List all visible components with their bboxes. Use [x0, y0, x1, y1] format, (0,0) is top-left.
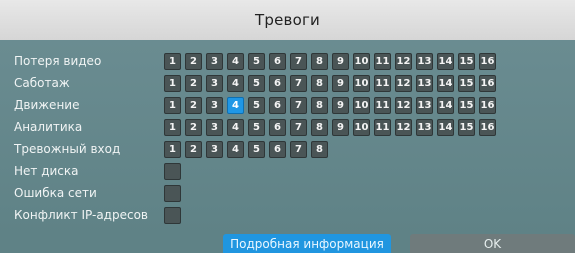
channel-checkbox[interactable]: 5: [248, 140, 265, 158]
channel-checkbox[interactable]: 6: [269, 74, 286, 92]
channel-checkbox[interactable]: 16: [479, 52, 496, 70]
channel-checkbox[interactable]: 11: [374, 96, 391, 114]
channel-checkbox[interactable]: 13: [416, 118, 433, 136]
toggle-checkbox[interactable]: [164, 184, 181, 202]
row-label: Нет диска: [14, 164, 79, 178]
channel-checkbox[interactable]: 15: [458, 118, 475, 136]
channel-checkbox[interactable]: 3: [206, 118, 223, 136]
row-label: Аналитика: [14, 120, 83, 134]
channel-checkbox[interactable]: 4: [227, 52, 244, 70]
channel-checkbox[interactable]: 5: [248, 52, 265, 70]
row-label: Потеря видео: [14, 54, 102, 68]
channel-checkbox[interactable]: 9: [332, 118, 349, 136]
channel-cells: [164, 206, 181, 224]
channel-checkbox[interactable]: 1: [164, 140, 181, 158]
channel-checkbox[interactable]: 2: [185, 74, 202, 92]
channel-checkbox[interactable]: 6: [269, 140, 286, 158]
channel-checkbox[interactable]: 4: [227, 96, 244, 114]
channel-cells: 1 2 3 4 5 6 7 8 9 10 11 12 13 14 15 16: [164, 96, 496, 114]
channel-cells: [164, 184, 181, 202]
channel-checkbox[interactable]: 8: [311, 140, 328, 158]
channel-checkbox[interactable]: 12: [395, 74, 412, 92]
channel-checkbox[interactable]: 2: [185, 118, 202, 136]
channel-checkbox[interactable]: 7: [290, 96, 307, 114]
channel-checkbox[interactable]: 14: [437, 96, 454, 114]
channel-checkbox[interactable]: 10: [353, 96, 370, 114]
channel-checkbox[interactable]: 6: [269, 118, 286, 136]
channel-checkbox[interactable]: 16: [479, 96, 496, 114]
channel-checkbox[interactable]: 11: [374, 118, 391, 136]
channel-checkbox[interactable]: 1: [164, 74, 181, 92]
channel-checkbox[interactable]: 14: [437, 74, 454, 92]
channel-checkbox[interactable]: 3: [206, 52, 223, 70]
channel-checkbox[interactable]: 7: [290, 74, 307, 92]
channel-checkbox[interactable]: 8: [311, 52, 328, 70]
row-label: Тревожный вход: [14, 142, 121, 156]
alarms-dialog: Тревоги Потеря видео 1 2 3 4 5 6 7 8 9 10 11 12 13 14 1…: [0, 0, 575, 253]
channel-checkbox[interactable]: 15: [458, 52, 475, 70]
channel-checkbox[interactable]: 6: [269, 52, 286, 70]
channel-cells: 1 2 3 4 5 6 7 8 9 10 11 12 13 14 15 16: [164, 74, 496, 92]
row-label: Саботаж: [14, 76, 70, 90]
channel-checkbox[interactable]: 4: [227, 140, 244, 158]
channel-cells: [164, 162, 181, 180]
channel-checkbox[interactable]: 14: [437, 118, 454, 136]
channel-checkbox[interactable]: 9: [332, 96, 349, 114]
channel-checkbox[interactable]: 10: [353, 118, 370, 136]
channel-checkbox[interactable]: 13: [416, 74, 433, 92]
channel-checkbox[interactable]: 4: [227, 118, 244, 136]
title-bar: Тревоги: [0, 0, 575, 41]
channel-cells: 12345678: [164, 140, 328, 158]
channel-checkbox[interactable]: 16: [479, 118, 496, 136]
channel-checkbox[interactable]: 8: [311, 118, 328, 136]
channel-checkbox[interactable]: 16: [479, 74, 496, 92]
channel-checkbox[interactable]: 12: [395, 118, 412, 136]
channel-checkbox[interactable]: 2: [185, 52, 202, 70]
channel-checkbox[interactable]: 15: [458, 96, 475, 114]
toggle-checkbox[interactable]: [164, 162, 181, 180]
channel-checkbox[interactable]: 13: [416, 96, 433, 114]
channel-checkbox[interactable]: 5: [248, 118, 265, 136]
ok-button[interactable]: OK: [410, 234, 575, 253]
channel-checkbox[interactable]: 7: [290, 140, 307, 158]
channel-checkbox[interactable]: 3: [206, 74, 223, 92]
channel-checkbox[interactable]: 1: [164, 118, 181, 136]
channel-checkbox[interactable]: 13: [416, 52, 433, 70]
channel-checkbox[interactable]: 2: [185, 140, 202, 158]
channel-checkbox[interactable]: 8: [311, 96, 328, 114]
channel-checkbox[interactable]: 5: [248, 74, 265, 92]
alarm-grid: Потеря видео 1 2 3 4 5 6 7 8 9 10 11 12 13 14 15 16 Сабот…: [0, 40, 575, 235]
row-label: Движение: [14, 98, 80, 112]
channel-checkbox[interactable]: 10: [353, 52, 370, 70]
channel-checkbox[interactable]: 12: [395, 96, 412, 114]
channel-cells: 1 2 3 4 5 6 7 8 9 10 11 12 13 14 15 16: [164, 118, 496, 136]
channel-cells: 1 2 3 4 5 6 7 8 9 10 11 12 13 14 15 16: [164, 52, 496, 70]
channel-checkbox[interactable]: 7: [290, 52, 307, 70]
channel-checkbox[interactable]: 3: [206, 96, 223, 114]
channel-checkbox[interactable]: 11: [374, 74, 391, 92]
channel-checkbox[interactable]: 10: [353, 74, 370, 92]
channel-checkbox[interactable]: 9: [332, 52, 349, 70]
channel-checkbox[interactable]: 7: [290, 118, 307, 136]
toggle-checkbox[interactable]: [164, 206, 181, 224]
dialog-title: Тревоги: [255, 11, 320, 29]
row-label: Ошибка сети: [14, 186, 97, 200]
channel-checkbox[interactable]: 12: [395, 52, 412, 70]
channel-checkbox[interactable]: 2: [185, 96, 202, 114]
channel-checkbox[interactable]: 5: [248, 96, 265, 114]
channel-checkbox[interactable]: 15: [458, 74, 475, 92]
details-button[interactable]: Подробная информация: [223, 234, 391, 253]
channel-checkbox[interactable]: 8: [311, 74, 328, 92]
channel-checkbox[interactable]: 1: [164, 52, 181, 70]
channel-checkbox[interactable]: 3: [206, 140, 223, 158]
channel-checkbox[interactable]: 4: [227, 74, 244, 92]
channel-checkbox[interactable]: 1: [164, 96, 181, 114]
row-label: Конфликт IP-адресов: [14, 208, 148, 222]
channel-checkbox[interactable]: 14: [437, 52, 454, 70]
channel-checkbox[interactable]: 11: [374, 52, 391, 70]
channel-checkbox[interactable]: 9: [332, 74, 349, 92]
channel-checkbox[interactable]: 6: [269, 96, 286, 114]
